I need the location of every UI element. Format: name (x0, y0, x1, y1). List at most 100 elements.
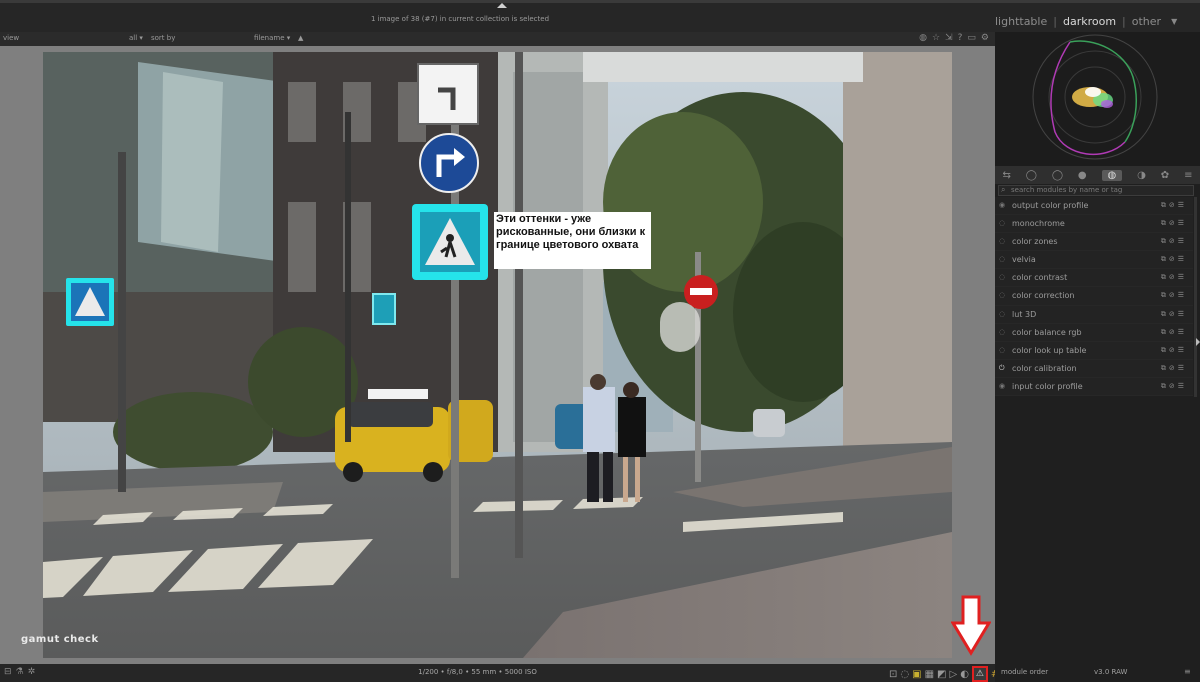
power-icon[interactable]: ◌ (999, 342, 1005, 359)
soft-proof-toggle-icon[interactable]: ◐ (960, 669, 969, 680)
power-icon[interactable]: ◌ (999, 287, 1005, 304)
help-icon[interactable]: ? (958, 33, 963, 43)
module-label: input color profile (1012, 381, 1083, 391)
gamut-warning-sign-small (66, 278, 114, 326)
bottom-right-tools: ⊡ ◌ ▣ ▦ ◩ ▷ ◐ ⚠ # (889, 666, 999, 682)
filter-bar: view all ▾ sort by filename ▾ ▲ ◍ ☆ ⇲ ? … (0, 32, 995, 46)
module-row[interactable]: ◌ velvia ⧉⊘☰ (995, 251, 1193, 270)
module-actions-icon[interactable]: ⧉⊘☰ (1161, 287, 1187, 304)
gamut-check-label: gamut check (21, 634, 99, 645)
module-label: color correction (1012, 291, 1075, 301)
search-placeholder: search modules by name or tag (1011, 186, 1123, 194)
module-actions-icon[interactable]: ⧉⊘☰ (1161, 215, 1187, 232)
module-row[interactable]: ◌ color zones ⧉⊘☰ (995, 233, 1193, 252)
module-actions-icon[interactable]: ⧉⊘☰ (1161, 197, 1187, 214)
bottom-bar: ⊟ ⚗ ✲ 1/200 • f/8,0 • 55 mm • 5000 ISO ⊡… (0, 664, 999, 682)
chevron-down-icon[interactable]: ▼ (1171, 17, 1177, 26)
correct-group-icon[interactable]: ◑ (1137, 170, 1146, 181)
module-actions-icon[interactable]: ⧉⊘☰ (1161, 233, 1187, 250)
filter-all-dropdown[interactable]: all ▾ (129, 34, 143, 42)
module-actions-icon[interactable]: ⧉⊘☰ (1161, 251, 1187, 268)
street-scene-photo (43, 52, 952, 658)
annotation-note: Эти оттенки - уже рискованные, они близк… (494, 212, 651, 269)
module-actions-icon[interactable]: ⧉⊘☰ (1161, 360, 1187, 377)
effect-group-icon[interactable]: ✿ (1161, 170, 1169, 181)
module-order-value[interactable]: v3.0 RAW (1094, 668, 1127, 676)
selection-info: 1 image of 38 (#7) in current collection… (370, 15, 550, 23)
gamut-warning-sign-large (412, 204, 488, 280)
grading-group-icon[interactable]: ● (1078, 170, 1087, 181)
view-darkroom[interactable]: darkroom (1063, 15, 1116, 28)
color-assessment-icon[interactable]: ▣ (912, 669, 921, 680)
module-label: lut 3D (1012, 309, 1037, 319)
module-order-label: module order (1001, 668, 1049, 676)
gear-icon[interactable]: ⚙ (981, 33, 989, 43)
view-lighttable[interactable]: lighttable (995, 15, 1047, 28)
module-actions-icon[interactable]: ⧉⊘☰ (1161, 306, 1187, 323)
power-icon[interactable]: ◌ (999, 324, 1005, 341)
filter-tools: ◍ ☆ ⇲ ? ▭ ⚙ (919, 33, 989, 43)
star-icon[interactable]: ☆ (932, 33, 940, 43)
active-modules-icon[interactable]: ⇆ (1002, 170, 1010, 181)
module-row[interactable]: ◌ color correction ⧉⊘☰ (995, 287, 1193, 306)
module-row[interactable]: ⏻ color calibration ⧉⊘☰ (995, 359, 1193, 378)
sort-field-dropdown[interactable]: filename ▾ (254, 34, 290, 42)
module-row[interactable]: ◉ input color profile ⧉⊘☰ (995, 377, 1193, 397)
power-icon[interactable]: ◌ (999, 269, 1005, 286)
power-icon[interactable]: ⏻ (999, 360, 1005, 377)
bulb-icon[interactable]: ◌ (900, 669, 909, 680)
module-actions-icon[interactable]: ⧉⊘☰ (1161, 342, 1187, 359)
module-search-input[interactable]: ⌕ search modules by name or tag (998, 185, 1194, 196)
preferences-icon[interactable]: ▭ (967, 33, 976, 43)
hamburger-icon[interactable]: ≡ (1184, 170, 1192, 181)
base-group-icon[interactable]: ◯ (1026, 170, 1037, 181)
module-label: monochrome (1012, 219, 1065, 229)
grouping-icon[interactable]: ⇲ (945, 33, 953, 43)
hamburger-icon[interactable]: ≡ (1184, 667, 1191, 676)
gamut-check-button[interactable]: ⚠ (971, 666, 988, 682)
palette-icon[interactable]: ◍ (919, 33, 927, 43)
center-view: Эти оттенки - уже рискованные, они близк… (0, 46, 995, 664)
power-icon[interactable]: ◉ (999, 378, 1005, 395)
module-row[interactable]: ◌ color balance rgb ⧉⊘☰ (995, 323, 1193, 342)
module-label: color look up table (1012, 345, 1087, 355)
module-actions-icon[interactable]: ⧉⊘☰ (1161, 324, 1187, 341)
sort-by-label: sort by (151, 34, 176, 42)
focus-peaking-icon[interactable]: ⊡ (889, 669, 897, 680)
module-row[interactable]: ◉ output color profile ⧉⊘☰ (995, 197, 1193, 216)
power-icon[interactable]: ◌ (999, 215, 1005, 232)
color-group-icon[interactable]: ◍ (1101, 169, 1123, 181)
vectorscope[interactable] (995, 32, 1200, 166)
photo-canvas[interactable]: Эти оттенки - уже рискованные, они близк… (43, 52, 952, 658)
top-panel-toggle-icon[interactable] (497, 3, 507, 8)
power-icon[interactable]: ◌ (999, 306, 1005, 323)
module-row[interactable]: ◌ lut 3D ⧉⊘☰ (995, 305, 1193, 324)
module-row[interactable]: ◌ color look up table ⧉⊘☰ (995, 341, 1193, 360)
exif-info: 1/200 • f/8,0 • 55 mm • 5000 ISO (418, 668, 537, 676)
module-row[interactable]: ◌ monochrome ⧉⊘☰ (995, 215, 1193, 234)
tone-group-icon[interactable]: ◯ (1052, 170, 1063, 181)
module-label: color balance rgb (1012, 327, 1082, 337)
view-other[interactable]: other (1132, 15, 1161, 28)
collapse-right-panel-icon[interactable] (1196, 338, 1200, 346)
sort-direction-toggle[interactable]: ▲ (298, 34, 303, 42)
top-bar: 1 image of 38 (#7) in current collection… (0, 0, 1200, 32)
power-icon[interactable]: ◉ (999, 197, 1005, 214)
module-row[interactable]: ◌ color contrast ⧉⊘☰ (995, 269, 1193, 288)
module-list: ◉ output color profile ⧉⊘☰ ◌ monochrome ⧉⊘☰ … (995, 197, 1193, 397)
view-label: view (3, 34, 20, 42)
raw-overexposed-icon[interactable]: ▦ (925, 669, 934, 680)
module-group-tabs: ⇆ ◯ ◯ ● ◍ ◑ ✿ ≡ (995, 166, 1200, 184)
red-arrow-icon (951, 595, 991, 656)
module-list-scrollbar[interactable] (1194, 197, 1197, 397)
right-panel: ⇆ ◯ ◯ ● ◍ ◑ ✿ ≡ ⌕ search modules by name… (995, 32, 1200, 682)
clipping-icon[interactable]: ◩ (937, 669, 946, 680)
module-label: color zones (1012, 237, 1058, 247)
search-icon: ⌕ (1001, 185, 1006, 194)
power-icon[interactable]: ◌ (999, 251, 1005, 268)
module-actions-icon[interactable]: ⧉⊘☰ (1161, 269, 1187, 286)
module-label: velvia (1012, 255, 1036, 265)
module-actions-icon[interactable]: ⧉⊘☰ (1161, 378, 1187, 395)
softproof-icon[interactable]: ▷ (949, 669, 957, 680)
power-icon[interactable]: ◌ (999, 233, 1005, 250)
